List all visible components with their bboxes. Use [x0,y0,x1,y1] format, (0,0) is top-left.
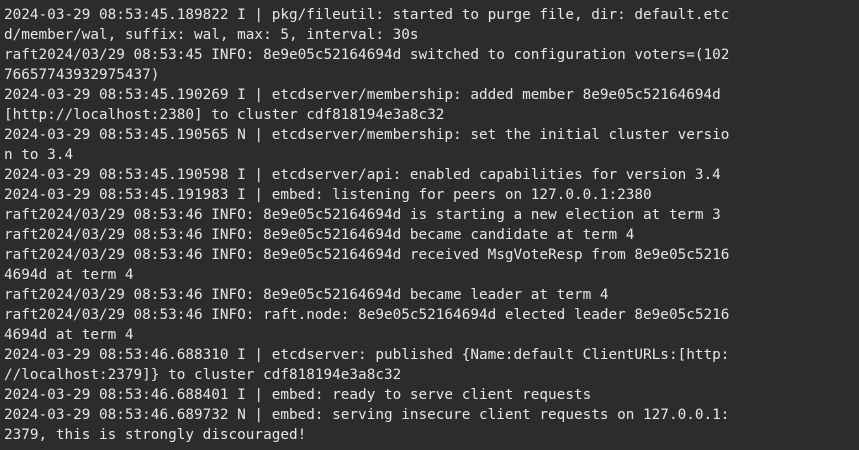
terminal-line: 2024-03-29 08:53:46.688401 I | embed: re… [4,387,592,403]
terminal-line: 2024-03-29 08:53:45.191983 I | embed: li… [4,187,652,203]
terminal-line: [http://localhost:2380] to cluster cdf81… [4,107,445,123]
terminal-line: n to 3.4 [4,147,74,163]
terminal-line: raft2024/03/29 08:53:45 INFO: 8e9e05c521… [4,47,730,63]
terminal-line: d/member/wal, suffix: wal, max: 5, inter… [4,27,419,43]
terminal-line: raft2024/03/29 08:53:46 INFO: 8e9e05c521… [4,287,609,303]
terminal-line: 2024-03-29 08:53:45.189822 I | pkg/fileu… [4,7,730,23]
terminal-line: 2024-03-29 08:53:45.190565 N | etcdserve… [4,127,730,143]
terminal-line: raft2024/03/29 08:53:46 INFO: raft.node:… [4,307,730,323]
terminal-line: 2024-03-29 08:53:46.688310 I | etcdserve… [4,347,730,363]
terminal-line: 4694d at term 4 [4,327,134,343]
terminal-line: raft2024/03/29 08:53:46 INFO: 8e9e05c521… [4,247,730,263]
terminal-line: 2379, this is strongly discouraged! [4,427,307,443]
terminal-line: //localhost:2379]} to cluster cdf818194e… [4,367,402,383]
terminal-line: raft2024/03/29 08:53:46 INFO: 8e9e05c521… [4,227,635,243]
terminal-line: 4694d at term 4 [4,267,134,283]
terminal-line: 2024-03-29 08:53:45.190598 I | etcdserve… [4,167,721,183]
terminal-window[interactable]: 2024-03-29 08:53:45.189822 I | pkg/fileu… [0,0,859,450]
terminal-line: raft2024/03/29 08:53:46 INFO: 8e9e05c521… [4,207,721,223]
terminal-line: 76657743932975437) [4,67,160,83]
terminal-line: 2024-03-29 08:53:46.689732 N | embed: se… [4,407,730,423]
terminal-output: 2024-03-29 08:53:45.189822 I | pkg/fileu… [4,5,859,445]
terminal-line: 2024-03-29 08:53:45.190269 I | etcdserve… [4,87,721,103]
